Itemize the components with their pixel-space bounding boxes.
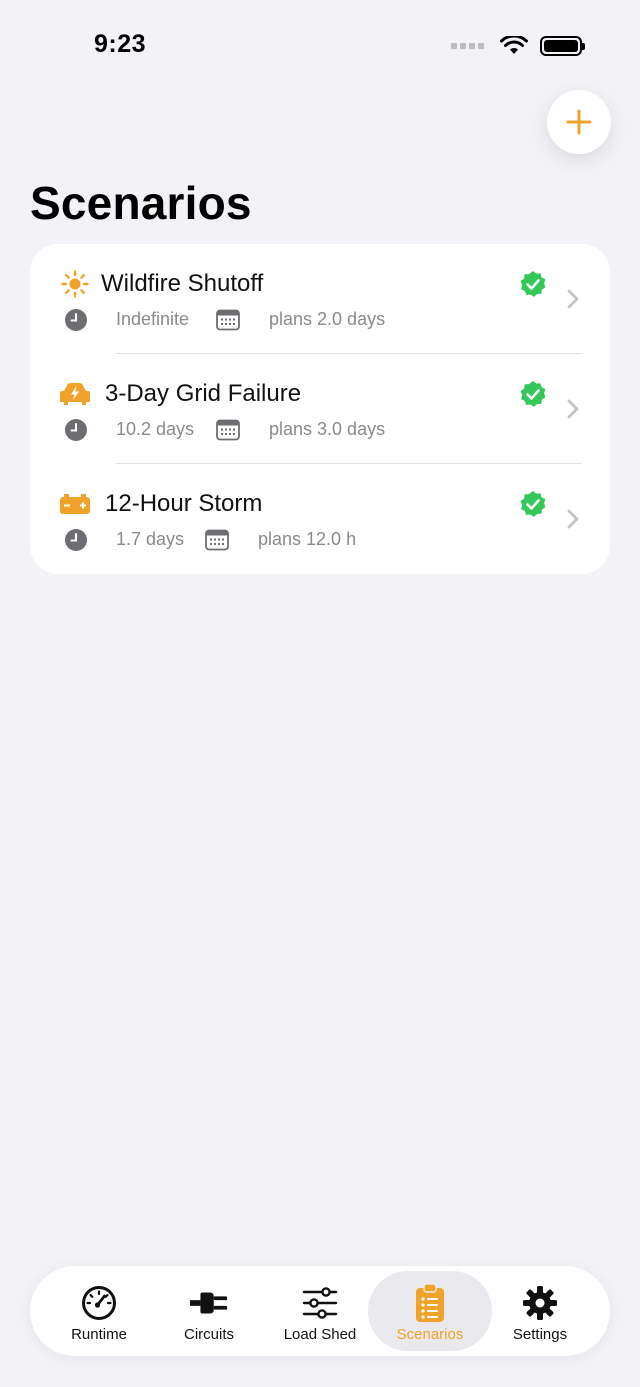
clock-icon <box>65 529 87 551</box>
chevron-right-icon <box>567 509 579 529</box>
scenario-row-12-hour-storm[interactable]: 12-Hour Storm 1.7 days plans 12.0 h <box>30 464 610 574</box>
verified-badge-icon <box>520 381 546 407</box>
car-bolt-icon <box>59 381 91 407</box>
scenario-title: 3-Day Grid Failure <box>105 380 302 407</box>
calendar-icon <box>205 529 229 551</box>
tab-label: Runtime <box>71 1326 127 1343</box>
cellular-signal-icon <box>451 43 484 49</box>
scenario-runtime: 1.7 days <box>116 529 185 549</box>
scenario-runtime: Indefinite <box>116 309 190 329</box>
tab-label: Scenarios <box>396 1326 464 1343</box>
add-scenario-button[interactable] <box>547 90 611 154</box>
calendar-icon <box>216 309 240 331</box>
verified-badge-icon <box>520 271 546 297</box>
tab-bar: Runtime Circuits Load Shed Scenarios Set… <box>30 1266 610 1356</box>
plug-icon <box>189 1284 229 1322</box>
scenario-plan: plans 12.0 h <box>258 529 357 549</box>
clipboard-icon <box>410 1283 450 1322</box>
scenario-runtime: 10.2 days <box>116 419 195 439</box>
scenario-row-3-day-grid-failure[interactable]: 3-Day Grid Failure 10.2 days plans 3.0 d… <box>30 354 610 464</box>
battery-icon <box>540 36 585 56</box>
calendar-icon <box>216 419 240 441</box>
verified-badge-icon <box>520 491 546 517</box>
tab-circuits[interactable]: Circuits <box>147 1271 271 1351</box>
status-indicators <box>451 36 585 56</box>
tab-label: Settings <box>512 1326 568 1343</box>
scenario-title: Wildfire Shutoff <box>101 270 264 297</box>
gear-icon <box>520 1284 560 1322</box>
scenario-plan: plans 3.0 days <box>269 419 386 439</box>
scenario-plan: plans 2.0 days <box>269 309 386 329</box>
chevron-right-icon <box>567 289 579 309</box>
tab-runtime[interactable]: Runtime <box>37 1271 161 1351</box>
tab-label: Circuits <box>183 1326 234 1343</box>
tab-settings[interactable]: Settings <box>478 1271 602 1351</box>
tab-load-shed[interactable]: Load Shed <box>258 1271 382 1351</box>
clock-icon <box>65 309 87 331</box>
scenario-row-wildfire-shutoff[interactable]: Wildfire Shutoff Indefinite plans 2.0 da… <box>30 244 610 354</box>
page-title: Scenarios <box>30 177 252 229</box>
gauge-icon <box>79 1284 119 1322</box>
scenario-meta: Indefinite plans 2.0 days <box>30 308 610 332</box>
wifi-icon <box>500 36 528 54</box>
plus-icon <box>566 109 592 135</box>
scenario-meta: 1.7 days plans 12.0 h <box>30 528 610 552</box>
sliders-icon <box>300 1284 340 1322</box>
tab-scenarios[interactable]: Scenarios <box>368 1271 492 1351</box>
tab-label: Load Shed <box>283 1326 357 1343</box>
chevron-right-icon <box>567 399 579 419</box>
clock-icon <box>65 419 87 441</box>
sun-icon <box>59 270 91 298</box>
scenario-title: 12-Hour Storm <box>105 490 263 517</box>
scenario-list: Wildfire Shutoff Indefinite plans 2.0 da… <box>30 244 610 574</box>
battery-icon <box>59 491 91 517</box>
status-time: 9:23 <box>94 30 147 58</box>
scenario-meta: 10.2 days plans 3.0 days <box>30 418 610 442</box>
